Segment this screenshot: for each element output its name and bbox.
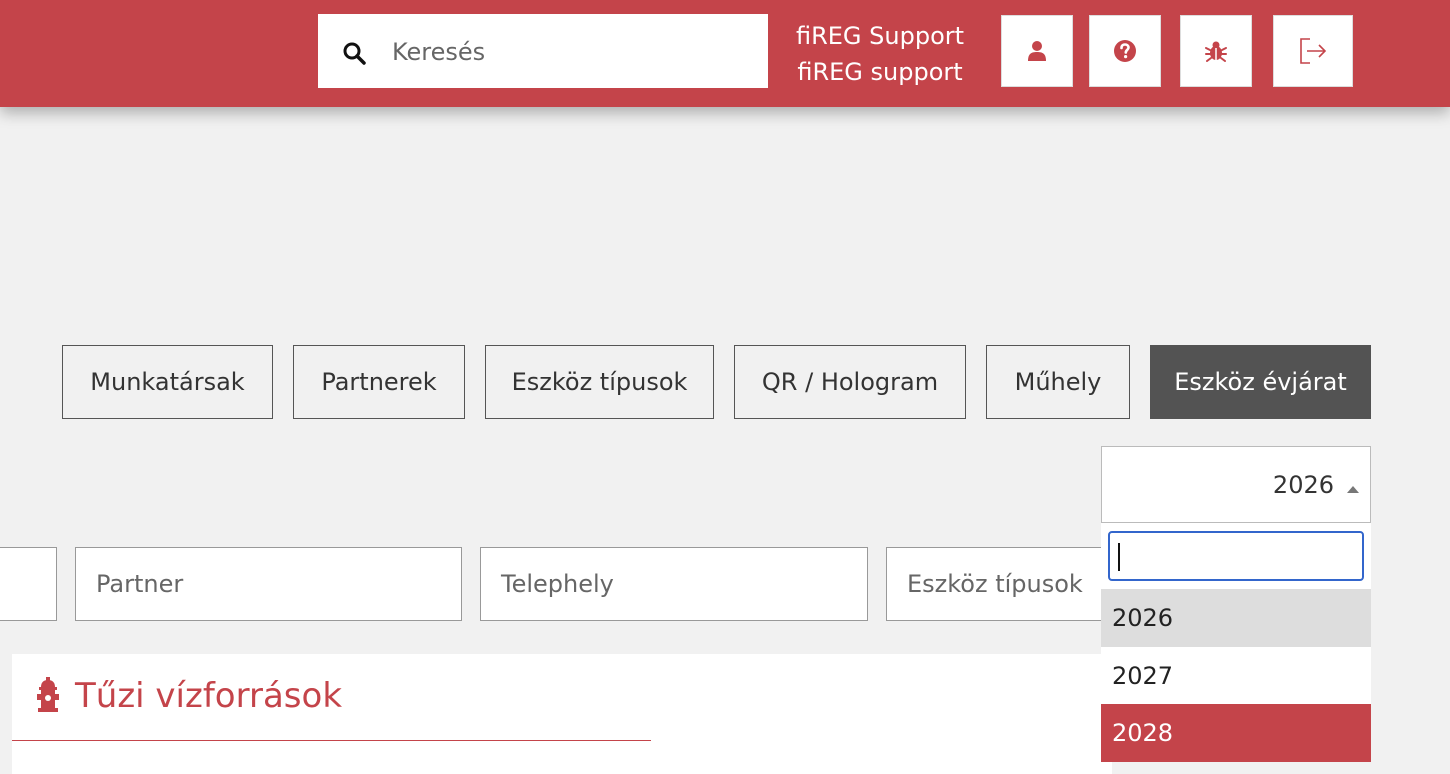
section-card: Tűzi vízforrások: [12, 654, 1112, 774]
bug-report-button[interactable]: [1180, 15, 1252, 87]
partner-filter-placeholder: Partner: [96, 570, 184, 598]
year-select-value: 2026: [1272, 471, 1334, 499]
logout-button[interactable]: [1273, 15, 1353, 87]
question-icon: [1114, 40, 1136, 62]
user-info: fiREG Support fiREG support: [785, 18, 975, 90]
partner-filter[interactable]: Partner: [75, 547, 462, 621]
tab-eszkoz-tipusok[interactable]: Eszköz típusok: [485, 345, 714, 419]
tab-muhely[interactable]: Műhely: [986, 345, 1130, 419]
help-button[interactable]: [1089, 15, 1161, 87]
user-role: fiREG support: [797, 58, 963, 86]
tab-munkatarsak[interactable]: Munkatársak: [62, 345, 273, 419]
user-name: fiREG Support: [795, 22, 965, 50]
tab-qr-hologram[interactable]: QR / Hologram: [734, 345, 966, 419]
year-option-2026[interactable]: 2026: [1101, 589, 1371, 647]
search-icon: [343, 42, 366, 65]
tab-partnerek[interactable]: Partnerek: [293, 345, 465, 419]
search-input[interactable]: [390, 30, 754, 74]
bug-icon: [1205, 41, 1227, 62]
caret-up-icon: [1347, 486, 1359, 493]
section-divider: [12, 740, 651, 741]
filter-field-partial[interactable]: [0, 547, 57, 621]
dropdown-search-input[interactable]: [1108, 531, 1364, 581]
profile-button[interactable]: [1001, 15, 1073, 87]
text-cursor: [1118, 543, 1120, 571]
logout-icon: [1300, 38, 1327, 64]
tab-eszkoz-evjarat[interactable]: Eszköz évjárat: [1150, 345, 1371, 419]
eszkoz-tipusok-filter[interactable]: Eszköz típusok: [886, 547, 1126, 621]
telephely-filter[interactable]: Telephely: [480, 547, 868, 621]
top-bar: fiREG Support fiREG support: [0, 0, 1450, 107]
year-dropdown: 2026 2027 2028: [1101, 523, 1371, 762]
fire-hydrant-icon: [37, 677, 59, 712]
user-icon: [1028, 41, 1046, 61]
year-option-2027[interactable]: 2027: [1101, 647, 1371, 705]
search-box[interactable]: [318, 14, 768, 88]
telephely-filter-placeholder: Telephely: [501, 570, 614, 598]
year-option-2028[interactable]: 2028: [1101, 704, 1371, 762]
year-select[interactable]: 2026: [1101, 446, 1371, 523]
section-title: Tűzi vízforrások: [75, 676, 343, 716]
eszkoz-tipusok-filter-placeholder: Eszköz típusok: [907, 570, 1083, 598]
